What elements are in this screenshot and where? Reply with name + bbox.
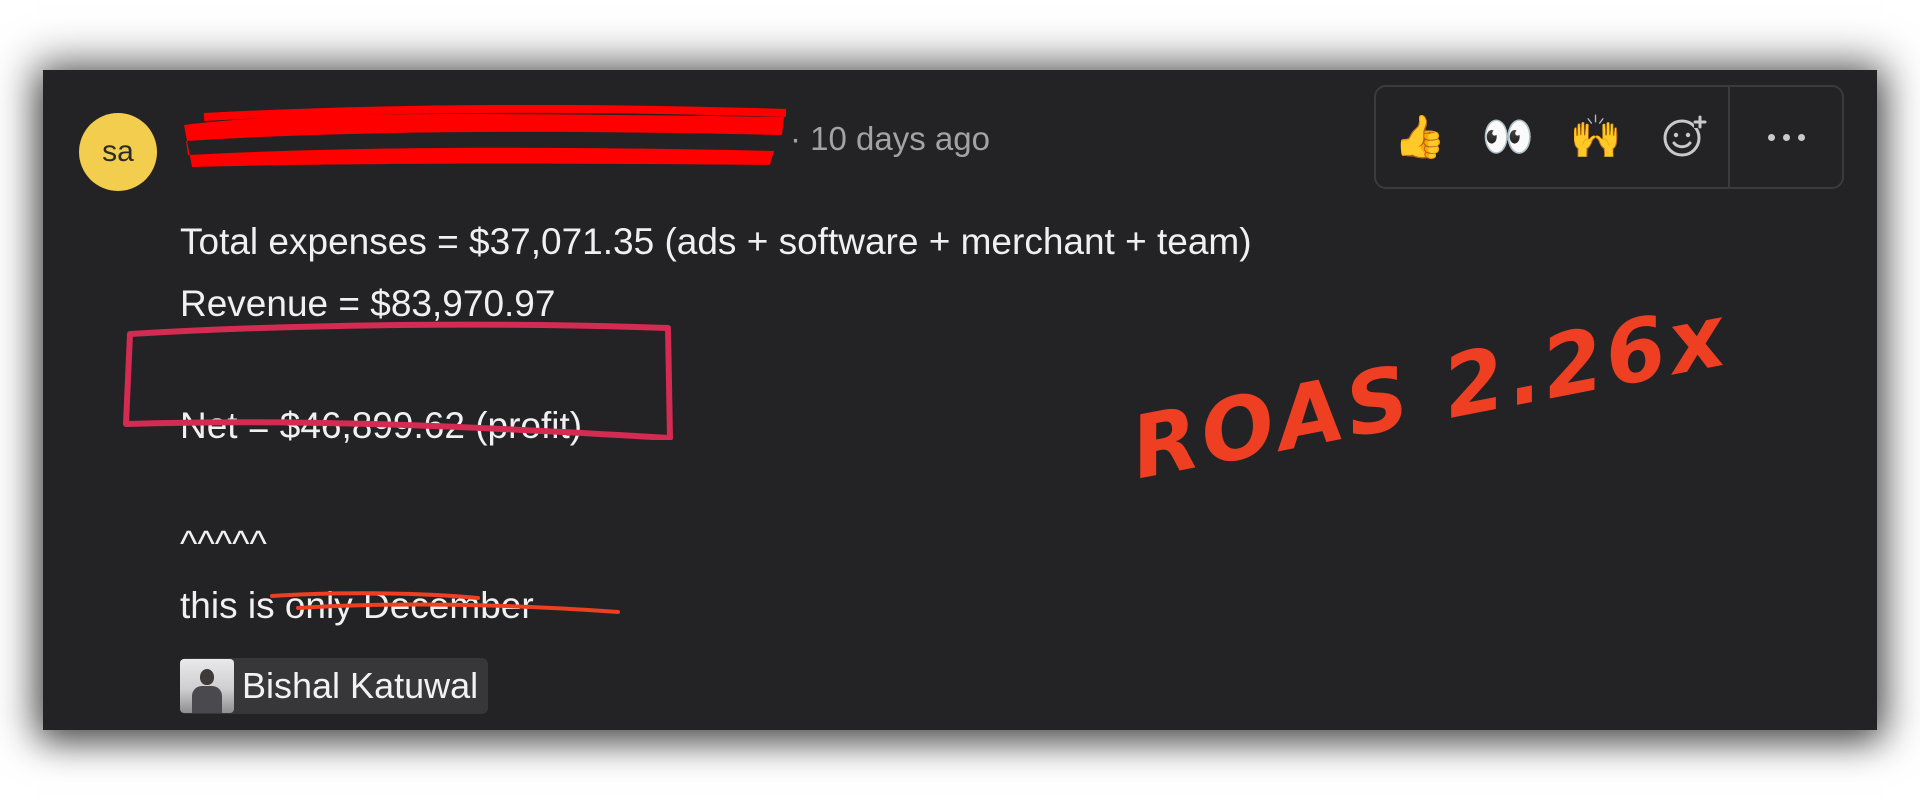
author-email-redacted — [180, 105, 787, 167]
mention-name: Bishal Katuwal — [242, 665, 479, 706]
add-reaction-icon[interactable] — [1640, 87, 1728, 187]
reaction-toolbar: 👍 👀 🙌 — [1374, 85, 1844, 189]
roas-annotation: ROAS 2.26x — [1123, 285, 1737, 500]
avatar[interactable]: sa — [79, 113, 157, 191]
profit-highlight-box — [123, 321, 673, 440]
underline-annotation — [270, 591, 620, 614]
eyes-icon[interactable]: 👀 — [1464, 87, 1552, 187]
avatar-initials: sa — [102, 135, 134, 168]
message-line-carets: ^^^^^ — [180, 523, 267, 564]
more-options-icon[interactable] — [1730, 87, 1842, 187]
add-reaction-glyph — [1663, 115, 1707, 157]
timestamp: · 10 days ago — [790, 120, 990, 157]
message-line-expenses: Total expenses = $37,071.35 (ads + softw… — [180, 221, 1252, 262]
redaction-scribble — [184, 105, 787, 167]
raised-hands-icon[interactable]: 🙌 — [1552, 87, 1640, 187]
mention-chip[interactable]: Bishal Katuwal — [180, 658, 489, 714]
mention-avatar — [180, 659, 234, 713]
screenshot-stage: sa · 10 days ago Total expenses = $37,07… — [0, 0, 1920, 800]
comment-header: · 10 days ago — [180, 105, 990, 167]
thumbs-up-icon[interactable]: 👍 — [1376, 87, 1464, 187]
comment-card: sa · 10 days ago Total expenses = $37,07… — [43, 70, 1877, 730]
